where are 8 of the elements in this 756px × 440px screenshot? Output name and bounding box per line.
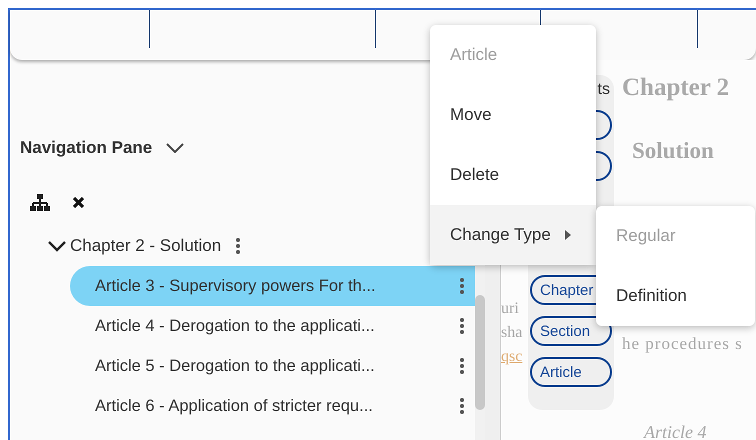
navigation-pane-title: Navigation Pane [20,138,152,158]
palette-title: ts [598,81,611,99]
chapter-subheading: Solution [632,138,715,164]
article-heading: Article 4 [644,422,708,440]
document-text: sha [501,324,524,342]
document-text: uri [501,300,520,318]
chapter-heading: Chapter 2 [622,74,730,102]
document-text: he procedures s [622,334,744,354]
